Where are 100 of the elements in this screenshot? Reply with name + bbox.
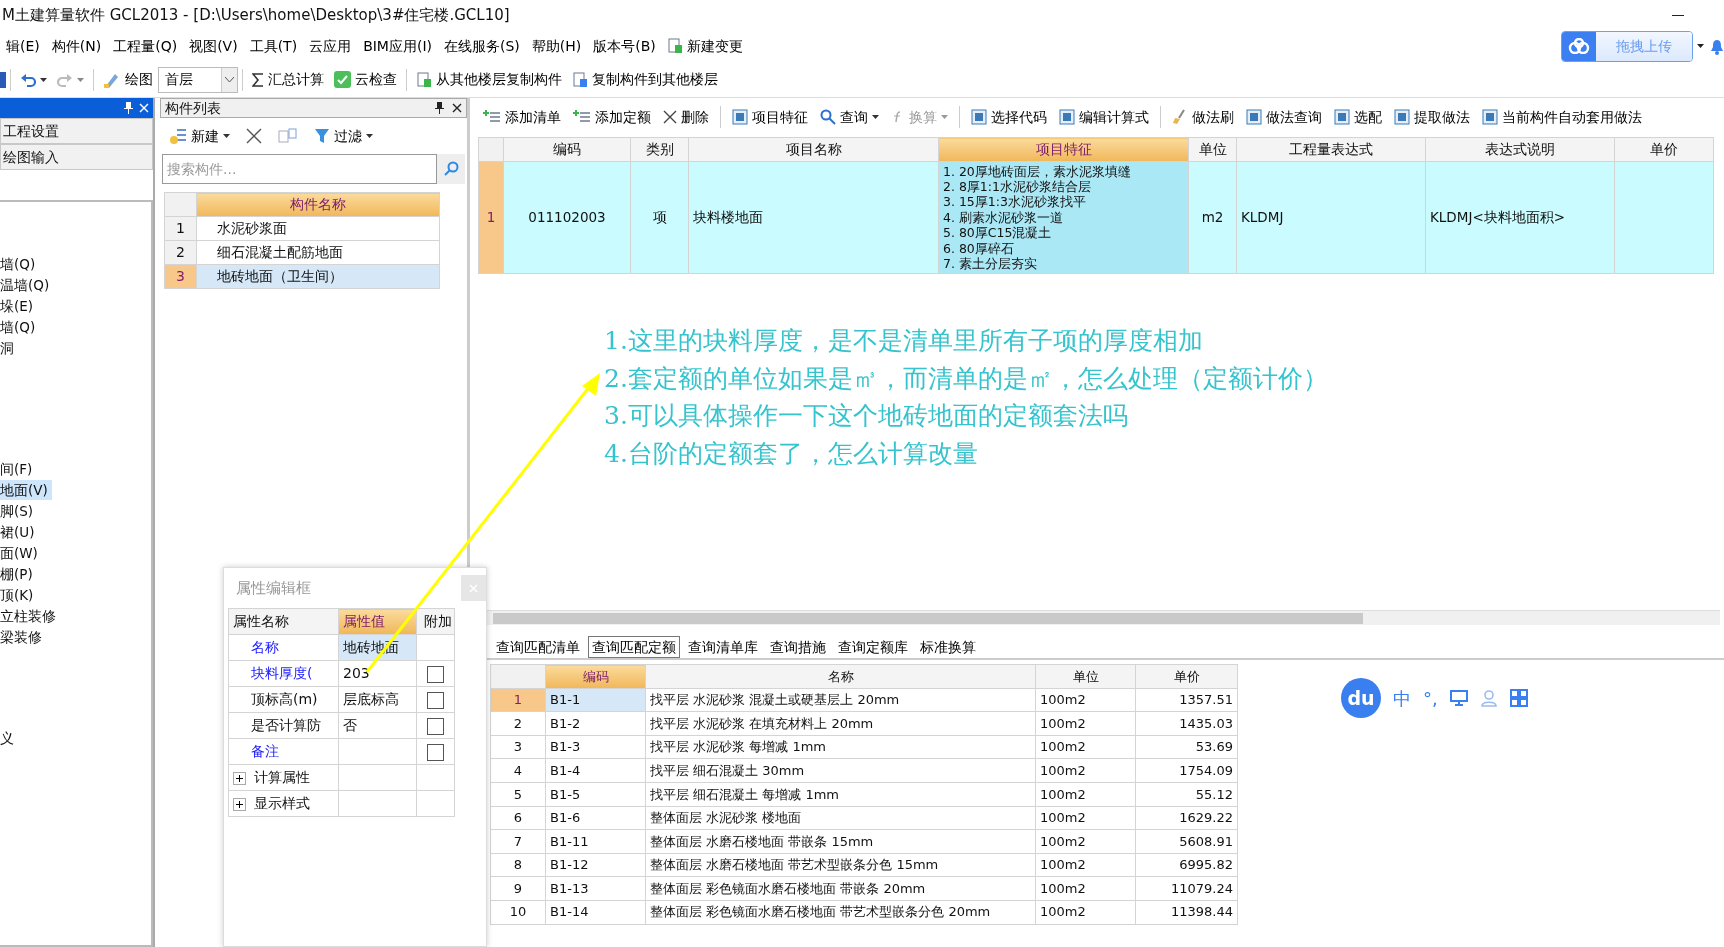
table-cell[interactable]: 找平层 水泥砂浆 每增减 1mm — [645, 735, 1036, 759]
table-cell[interactable]: B1-13 — [545, 876, 646, 901]
tree-item[interactable]: 脚(S) — [0, 501, 38, 521]
checkbox[interactable] — [427, 743, 444, 761]
checkbox[interactable] — [427, 717, 444, 735]
table-cell[interactable]: 100m2 — [1035, 876, 1136, 901]
table-cell[interactable]: 100m2 — [1035, 735, 1136, 759]
menu-item[interactable]: 版本号(B) — [587, 35, 662, 57]
toolbar-button[interactable]: 项目特征 — [727, 106, 813, 128]
filter-button[interactable]: 过滤 — [309, 125, 378, 147]
column-header[interactable]: 编码 — [545, 664, 646, 689]
tree-item[interactable]: 棚(P) — [0, 564, 37, 584]
table-cell[interactable]: B1-12 — [545, 853, 646, 877]
table-cell[interactable]: 100m2 — [1035, 688, 1136, 712]
table-cell[interactable]: B1-3 — [545, 735, 646, 759]
table-cell[interactable]: 11079.24 — [1135, 876, 1238, 901]
table-cell[interactable]: 1. 20厚地砖面层，素水泥浆填缝 2. 8厚1:1水泥砂浆结合层 3. 15厚1:3水泥砂浆找平 4. 刷素水泥砂浆一道 5. 80厚C15混凝土 6. 80厚碎石 7. 素土分层夯实 — [938, 161, 1189, 274]
property-group[interactable]: 计算属性 — [228, 764, 339, 791]
toolbar-button[interactable]: 查询 — [815, 106, 884, 128]
tab[interactable]: 查询措施 — [766, 636, 830, 658]
column-header[interactable]: 类别 — [630, 137, 689, 162]
table-cell[interactable]: 1629.22 — [1135, 806, 1238, 830]
column-header[interactable]: 构件名称 — [196, 192, 440, 217]
table-cell[interactable]: B1-2 — [545, 711, 646, 736]
search-field[interactable]: 搜索构件... — [162, 154, 437, 184]
tree-item[interactable]: 裙(U) — [0, 522, 39, 542]
column-header[interactable]: 单价 — [1614, 137, 1714, 162]
property-group[interactable]: 显示样式 — [228, 790, 339, 817]
tree-item[interactable]: 顶(K) — [0, 585, 38, 605]
table-cell[interactable]: 5608.91 — [1135, 829, 1238, 854]
property-value[interactable]: 否 — [338, 712, 417, 739]
tree-item[interactable]: 墙(Q) — [0, 254, 40, 274]
punctuation-button[interactable]: °, — [1423, 684, 1438, 712]
toolbar-button[interactable]: 从其他楼层复制构件 — [411, 69, 567, 90]
table-cell[interactable]: 100m2 — [1035, 829, 1136, 854]
column-header[interactable]: 项目特征 — [938, 137, 1189, 162]
nav-item[interactable]: 绘图输入 — [0, 144, 153, 170]
table-cell[interactable]: B1-11 — [545, 829, 646, 854]
table-cell[interactable]: 6995.82 — [1135, 853, 1238, 877]
menu-item[interactable]: 构件(N) — [45, 35, 108, 57]
table-cell[interactable]: m2 — [1188, 161, 1237, 274]
toolbar-button[interactable]: 汇总计算 — [247, 69, 329, 90]
table-cell[interactable]: 块料楼地面 — [688, 161, 939, 274]
table-cell[interactable]: 找平层 水泥砂浆 混凝土或硬基层上 20mm — [645, 688, 1036, 712]
table-cell[interactable]: 100m2 — [1035, 853, 1136, 877]
tree-item[interactable]: 垛(E) — [0, 296, 38, 316]
table-cell[interactable]: 100m2 — [1035, 806, 1136, 830]
table-cell[interactable]: 整体面层 水泥砂浆 楼地面 — [645, 806, 1036, 830]
table-cell[interactable]: 100m2 — [1035, 758, 1136, 783]
column-header[interactable]: 单位 — [1188, 137, 1237, 162]
column-header[interactable]: 编码 — [503, 137, 631, 162]
toolbar-button[interactable]: 删除 — [658, 106, 714, 128]
toolbar-button[interactable]: 添加定额 — [568, 106, 656, 128]
toolbar-button[interactable]: 编辑计算式 — [1054, 106, 1154, 128]
table-cell[interactable]: 找平层 细石混凝土 30mm — [645, 758, 1036, 783]
floor-dropdown[interactable]: 首层 — [158, 66, 238, 93]
tree-item[interactable]: 地面(V) — [0, 480, 52, 500]
table-cell[interactable]: 100m2 — [1035, 711, 1136, 736]
table-cell[interactable]: 地砖地面（卫生间） — [196, 264, 440, 289]
table-cell[interactable]: 项 — [630, 161, 689, 274]
toolbar-button[interactable]: 当前构件自动套用做法 — [1477, 106, 1647, 128]
table-cell[interactable]: 100m2 — [1035, 782, 1136, 807]
tab[interactable]: 查询定额库 — [834, 636, 912, 658]
toolbar-button[interactable]: 添加清单 — [478, 106, 566, 128]
table-cell[interactable]: 1357.51 — [1135, 688, 1238, 712]
checkbox[interactable] — [427, 691, 444, 709]
table-cell[interactable]: 整体面层 水磨石楼地面 带艺术型嵌条分色 15mm — [645, 853, 1036, 877]
table-cell[interactable]: 整体面层 彩色镜面水磨石楼地面 带艺术型嵌条分色 20mm — [645, 900, 1036, 925]
tree-item[interactable]: 面(W) — [0, 543, 42, 563]
nav-item[interactable]: 工程设置 — [0, 118, 153, 144]
toolbar-button[interactable]: 选配 — [1329, 106, 1387, 128]
tab[interactable]: 查询匹配清单 — [492, 636, 584, 658]
table-cell[interactable]: KLDMJ — [1236, 161, 1426, 274]
menu-item[interactable]: 帮助(H) — [525, 35, 588, 57]
table-cell[interactable]: B1-4 — [545, 758, 646, 783]
table-cell[interactable]: 53.69 — [1135, 735, 1238, 759]
column-header[interactable]: 表达式说明 — [1425, 137, 1615, 162]
table-cell[interactable]: 找平层 水泥砂浆 在填充材料上 20mm — [645, 711, 1036, 736]
column-header[interactable]: 名称 — [645, 664, 1036, 689]
search-button[interactable] — [437, 154, 465, 184]
tree-item[interactable]: 义 — [0, 728, 18, 748]
table-cell[interactable]: 011102003 — [503, 161, 631, 274]
toolbar-button[interactable]: 做法刷 — [1167, 106, 1239, 128]
checkbox[interactable] — [427, 665, 444, 683]
table-cell[interactable]: 水泥砂浆面 — [196, 216, 440, 241]
table-cell[interactable]: 1435.03 — [1135, 711, 1238, 736]
toolbar-button[interactable]: 提取做法 — [1389, 106, 1475, 128]
tree-item[interactable]: 洞 — [0, 338, 18, 358]
menu-item[interactable]: 视图(V) — [183, 35, 244, 57]
table-cell[interactable]: 找平层 细石混凝土 每增减 1mm — [645, 782, 1036, 807]
tab[interactable]: 标准换算 — [916, 636, 980, 658]
property-value[interactable]: 层底标高 — [338, 686, 417, 713]
draw-button[interactable]: 绘图 — [98, 69, 158, 90]
toolbar-button[interactable]: 做法查询 — [1241, 106, 1327, 128]
table-cell[interactable]: 11398.44 — [1135, 900, 1238, 925]
table-cell[interactable]: 1754.09 — [1135, 758, 1238, 783]
property-value[interactable]: 203 — [338, 660, 417, 687]
tab[interactable]: 查询清单库 — [684, 636, 762, 658]
table-cell[interactable]: 整体面层 水磨石楼地面 带嵌条 15mm — [645, 829, 1036, 854]
table-cell[interactable]: B1-14 — [545, 900, 646, 925]
